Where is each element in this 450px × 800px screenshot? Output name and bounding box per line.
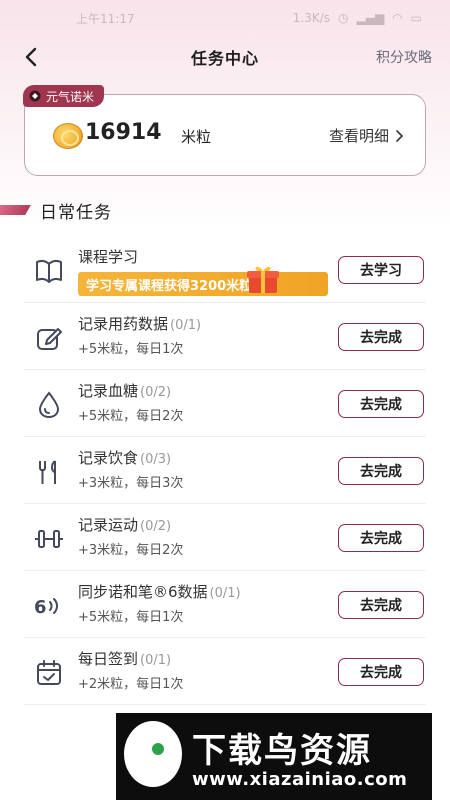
task-name-text: 记录血糖 — [78, 382, 139, 400]
task-reward: +5米粒，每日2次 — [78, 409, 184, 424]
task-reward: +3米粒，每日3次 — [78, 476, 184, 491]
task-progress: (0/2) — [140, 519, 172, 534]
task-name: 课程学习 — [78, 246, 138, 267]
alarm-icon: ◷ — [338, 11, 349, 25]
complete-button[interactable]: 去完成 — [338, 390, 424, 418]
nav-bar: 任务中心 积分攻略 — [0, 38, 450, 76]
go-study-button[interactable]: 去学习 — [338, 256, 424, 284]
promo-text: 学习专属课程获得3200米粒 — [86, 278, 253, 294]
book-icon — [34, 256, 64, 286]
points-unit: 米粒 — [181, 128, 212, 146]
task-row-checkin: 每日签到 (0/1) +2米粒，每日1次 去完成 — [24, 638, 426, 705]
points-card: 元气诺米 16914 米粒 查看明细 — [23, 85, 426, 176]
points-value: 16914 — [85, 120, 162, 145]
network-speed: 1.3K/s — [292, 11, 330, 25]
watermark-title: 下载鸟资源 — [192, 731, 372, 771]
section-header: 日常任务 — [0, 198, 112, 223]
status-indicators: 1.3K/s ◷ ▂▄▆ ◠ ▭ — [293, 11, 422, 25]
blood-drop-icon — [34, 390, 64, 420]
task-row-sync-pen: 6 同步诺和笔®6数据 (0/1) +5米粒，每日1次 去完成 — [24, 571, 426, 638]
task-name-text: 记录用药数据 — [78, 315, 169, 333]
pencil-icon — [34, 323, 64, 353]
task-name-text: 每日签到 — [78, 650, 139, 668]
coin-icon — [53, 123, 83, 149]
calendar-check-icon — [34, 658, 64, 688]
watermark-url: www.xiazainiao.com — [192, 769, 408, 790]
watermark-banner: 下载鸟资源 www.xiazainiao.com — [116, 713, 432, 800]
section-accent-bar — [0, 205, 31, 215]
task-name: 记录血糖 (0/2) — [78, 380, 171, 401]
points-guide-link[interactable]: 积分攻略 — [376, 47, 432, 67]
task-progress: (0/1) — [209, 586, 241, 601]
diamond-icon — [29, 90, 41, 102]
dumbbell-icon — [34, 524, 64, 554]
task-list: 课程学习 学习专属课程获得3200米粒 去学习 记录用药数据 (0/1) +5米粒… — [24, 236, 426, 705]
wifi-icon: ◠ — [392, 11, 403, 25]
complete-button[interactable]: 去完成 — [338, 323, 424, 351]
task-name-text: 记录运动 — [78, 516, 139, 534]
task-progress: (0/1) — [170, 318, 202, 333]
task-progress: (0/2) — [140, 385, 172, 400]
status-time: 上午11:17 — [76, 11, 135, 26]
task-name: 记录用药数据 (0/1) — [78, 313, 201, 334]
svg-text:6: 6 — [34, 597, 47, 618]
task-name: 每日签到 (0/1) — [78, 648, 171, 669]
complete-button[interactable]: 去完成 — [338, 457, 424, 485]
chevron-left-icon — [25, 47, 37, 67]
view-details-link[interactable]: 查看明细 — [329, 125, 403, 146]
page-title: 任务中心 — [190, 49, 259, 68]
task-progress: (0/3) — [140, 452, 172, 467]
complete-button[interactable]: 去完成 — [338, 658, 424, 686]
task-reward: +5米粒，每日1次 — [78, 610, 184, 625]
status-bar: 上午11:17 1.3K/s ◷ ▂▄▆ ◠ ▭ — [0, 0, 450, 36]
battery-icon: ▭ — [410, 11, 422, 25]
task-row-diet: 记录饮食 (0/3) +3米粒，每日3次 去完成 — [24, 437, 426, 504]
task-name: 记录运动 (0/2) — [78, 514, 171, 535]
bird-logo-icon — [124, 721, 182, 787]
back-button[interactable] — [18, 44, 44, 70]
promo-banner[interactable]: 学习专属课程获得3200米粒 — [78, 272, 328, 296]
signal-icon: ▂▄▆ — [356, 11, 385, 25]
task-progress: (0/1) — [140, 653, 172, 668]
task-name-text: 记录饮食 — [78, 449, 139, 467]
gift-icon — [247, 266, 279, 293]
task-name-text: 同步诺和笔®6数据 — [78, 583, 208, 601]
task-reward: +5米粒，每日1次 — [78, 342, 184, 357]
task-row-exercise: 记录运动 (0/2) +3米粒，每日2次 去完成 — [24, 504, 426, 571]
task-row-course: 课程学习 学习专属课程获得3200米粒 去学习 — [24, 236, 426, 303]
task-name: 同步诺和笔®6数据 (0/1) — [78, 581, 241, 602]
view-details-label: 查看明细 — [328, 127, 389, 145]
points-card-tag: 元气诺米 — [23, 85, 105, 107]
section-title: 日常任务 — [40, 202, 112, 223]
fork-knife-icon — [34, 457, 64, 487]
points-card-tag-label: 元气诺米 — [46, 89, 95, 104]
task-name: 记录饮食 (0/3) — [78, 447, 171, 468]
sync-pen-icon: 6 — [34, 591, 64, 621]
complete-button[interactable]: 去完成 — [338, 524, 424, 552]
task-row-medication: 记录用药数据 (0/1) +5米粒，每日1次 去完成 — [24, 303, 426, 370]
chevron-right-icon — [396, 129, 403, 142]
task-reward: +2米粒，每日1次 — [78, 677, 184, 692]
task-reward: +3米粒，每日2次 — [78, 543, 184, 558]
task-name-text: 课程学习 — [78, 248, 139, 266]
complete-button[interactable]: 去完成 — [338, 591, 424, 619]
task-row-blood-glucose: 记录血糖 (0/2) +5米粒，每日2次 去完成 — [24, 370, 426, 437]
